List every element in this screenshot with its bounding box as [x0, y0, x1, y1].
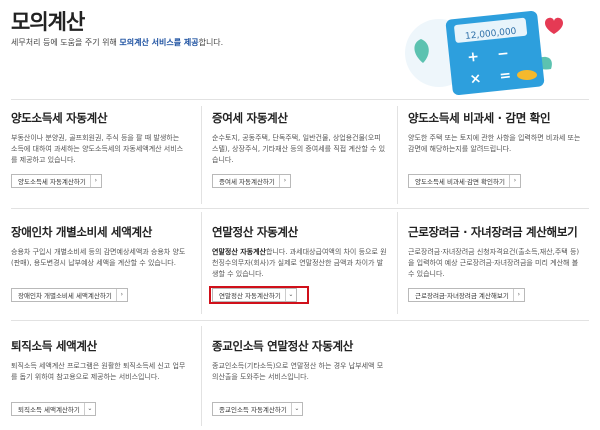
card-title: 종교인소득 연말정산 자동계산	[212, 339, 354, 353]
card-retirement-income-tax: 퇴직소득 세액계산 퇴직소득 세액계산 프로그램은 원활한 퇴직소득세 신고 업…	[0, 328, 196, 430]
coin-icon	[517, 70, 537, 80]
heart-icon	[545, 17, 563, 34]
card-religious-income-settlement: 종교인소득 연말정산 자동계산 종교인소득(기타소득)으로 연말정산 하는 경우…	[201, 328, 397, 430]
chevron-down-icon: ⌄	[83, 403, 95, 415]
card-earned-income-credit: 근로장려금 · 자녀장려금 계산해보기 근로장려금·자녀장려금 신청자격요건(출…	[397, 214, 593, 316]
minus-icon: −	[496, 46, 509, 63]
button-label: 근로장려금·자녀장려금 계산해보기	[415, 292, 509, 300]
button-label: 퇴직소득 세액계산하기	[18, 406, 80, 414]
earned-income-credit-button[interactable]: 근로장려금·자녀장려금 계산해보기 ›	[408, 288, 525, 302]
card-title: 근로장려금 · 자녀장려금 계산해보기	[408, 225, 578, 239]
card-year-end-settlement: 연말정산 자동계산 연말정산 자동계산합니다. 과세대상급여액의 차이 등으로 …	[201, 214, 397, 316]
card-gift-tax: 증여세 자동계산 순수토지, 공동주택, 단독주택, 일반건물, 상업용건물(오…	[201, 100, 397, 202]
chevron-right-icon: ›	[115, 289, 127, 301]
row-divider	[11, 320, 589, 321]
card-title: 퇴직소득 세액계산	[11, 339, 97, 353]
button-label: 연말정산 자동계산하기	[219, 292, 281, 300]
card-title: 장애인차 개별소비세 세액계산	[11, 225, 153, 239]
equals-icon: =	[499, 67, 512, 84]
button-label: 양도소득세 비과세·감면 확인하기	[415, 178, 505, 186]
desc-text-1: 세무처리 등에 도움을 주기 위해	[11, 38, 120, 47]
button-label: 증여세 자동계산하기	[219, 178, 275, 186]
card-disabled-vehicle-tax: 장애인차 개별소비세 세액계산 승용차 구입시 개별소비세 등의 감면예상세액과…	[0, 214, 196, 316]
card-title: 양도소득세 자동계산	[11, 111, 108, 125]
card-capital-gains-tax: 양도소득세 자동계산 부동산이나 분양권, 골프회원권, 주식 등을 팔 때 발…	[0, 100, 196, 202]
card-description: 연말정산 자동계산합니다. 과세대상급여액의 차이 등으로 원천징수의무자(회사…	[212, 247, 387, 280]
card-description: 종교인소득(기타소득)으로 연말정산 하는 경우 납부세액 모의산출을 도와주는…	[212, 362, 384, 381]
tax-exemption-check-button[interactable]: 양도소득세 비과세·감면 확인하기 ›	[408, 174, 521, 188]
year-end-settlement-calc-button[interactable]: 연말정산 자동계산하기 ⌄	[212, 288, 297, 302]
desc-text-2: 합니다.	[198, 38, 224, 47]
page-title: 모의계산	[11, 10, 85, 34]
retirement-tax-calc-button[interactable]: 퇴직소득 세액계산하기 ⌄	[11, 402, 96, 416]
vehicle-tax-calc-button[interactable]: 장애인차 개별소비세 세액계산하기 ›	[11, 288, 128, 302]
chevron-down-icon: ⌄	[284, 289, 296, 301]
card-title: 연말정산 자동계산	[212, 225, 298, 239]
calculator-illustration: 12,000,000 + − × =	[405, 10, 563, 95]
desc-highlight: 모의계산 서비스를 제공	[119, 38, 199, 47]
card-description: 순수토지, 공동주택, 단독주택, 일반건물, 상업용건물(오피스텔), 상장주…	[212, 134, 386, 164]
page-description: 세무처리 등에 도움을 주기 위해 모의계산 서비스를 제공합니다.	[11, 37, 223, 48]
card-description: 부동산이나 분양권, 골프회원권, 주식 등을 팔 때 발생하는 소득에 대하여…	[11, 134, 184, 164]
chevron-right-icon: ›	[512, 289, 524, 301]
desc-bold: 연말정산 자동계산	[212, 248, 266, 256]
religious-income-calc-button[interactable]: 종교인소득 자동계산하기 ⌄	[212, 402, 303, 416]
row-divider	[11, 208, 589, 209]
plus-icon: +	[467, 49, 480, 66]
card-title: 증여세 자동계산	[212, 111, 288, 125]
card-description: 근로장려금·자녀장려금 신청자격요건(출소득,재산,주택 등)을 입력하여 예상…	[408, 248, 580, 278]
button-label: 종교인소득 자동계산하기	[219, 406, 287, 414]
chevron-right-icon: ›	[89, 175, 101, 187]
card-title: 양도소득세 비과세 · 감면 확인	[408, 111, 551, 125]
button-label: 장애인차 개별소비세 세액계산하기	[18, 292, 112, 300]
gift-tax-calc-button[interactable]: 증여세 자동계산하기 ›	[212, 174, 291, 188]
button-label: 양도소득세 자동계산하기	[18, 178, 86, 186]
chevron-right-icon: ›	[508, 175, 520, 187]
chevron-right-icon: ›	[278, 175, 290, 187]
page-header: 모의계산 세무처리 등에 도움을 주기 위해 모의계산 서비스를 제공합니다. …	[0, 0, 600, 100]
times-icon: ×	[469, 71, 482, 88]
capital-gains-calc-button[interactable]: 양도소득세 자동계산하기 ›	[11, 174, 102, 188]
chevron-down-icon: ⌄	[290, 403, 302, 415]
card-description: 양도한 주택 또는 토지에 관한 사항을 입력하면 비과세 또는 감면에 해당하…	[408, 134, 581, 153]
card-tax-exemption-check: 양도소득세 비과세 · 감면 확인 양도한 주택 또는 토지에 관한 사항을 입…	[397, 100, 593, 202]
card-description: 승용차 구입시 개별소비세 등의 감면예상세액과 승용차 양도(판매), 용도변…	[11, 248, 186, 267]
card-description: 퇴직소득 세액계산 프로그램은 원활한 퇴직소득세 신고 업무를 돕기 위하여 …	[11, 362, 186, 381]
